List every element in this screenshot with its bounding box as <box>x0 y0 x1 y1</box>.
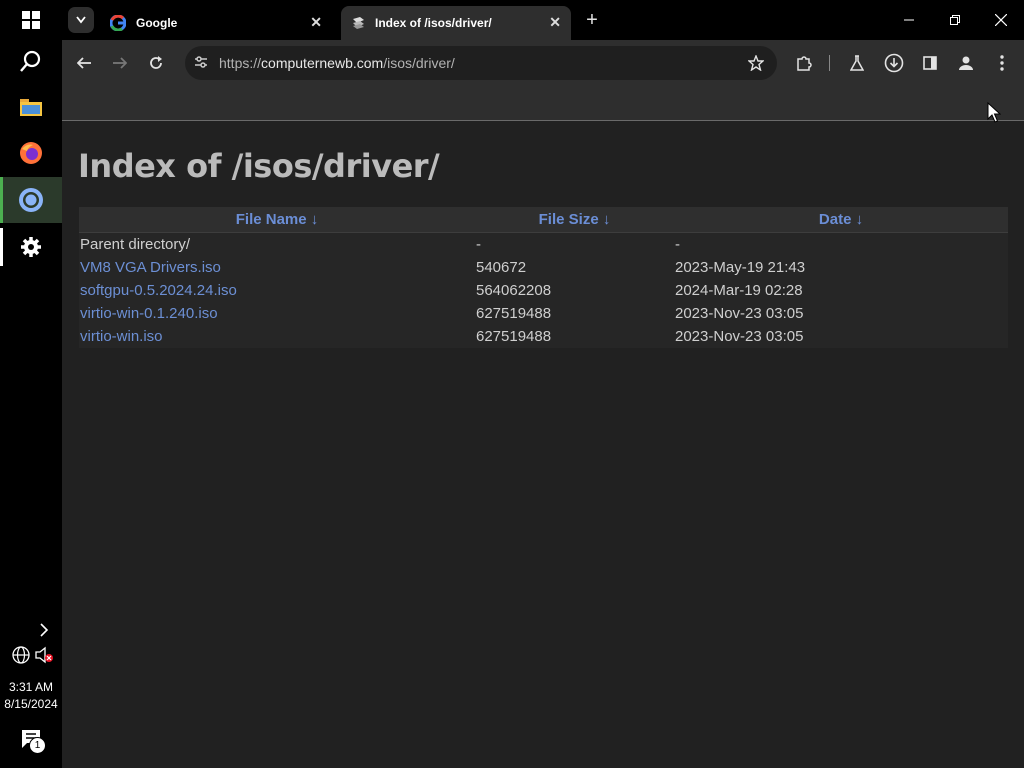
clock-date[interactable]: 8/15/2024 <box>0 697 62 711</box>
chrome-button[interactable] <box>0 177 62 223</box>
star-icon <box>748 55 764 71</box>
file-link[interactable]: virtio-win-0.1.240.iso <box>80 305 218 322</box>
taskbar: 3:31 AM 8/15/2024 1 <box>0 0 62 768</box>
start-button[interactable] <box>0 0 62 40</box>
table-row: Parent directory/ - - <box>79 233 1008 257</box>
clock-time[interactable]: 3:31 AM <box>0 680 62 694</box>
minimize-button[interactable] <box>896 7 922 33</box>
file-date: 2024-Mar-19 02:28 <box>675 282 803 299</box>
file-date: - <box>675 236 680 253</box>
plus-icon: + <box>586 8 598 31</box>
url-path: /isos/driver/ <box>383 55 455 71</box>
new-tab-button[interactable]: + <box>579 7 605 33</box>
firefox-icon <box>20 142 42 164</box>
table-header-row: File Name ↓ File Size ↓ Date ↓ <box>79 207 1008 233</box>
file-listing-table: File Name ↓ File Size ↓ Date ↓ Parent di… <box>79 207 1008 348</box>
search-button[interactable] <box>0 38 62 84</box>
chevron-right-icon <box>40 623 49 637</box>
forward-button[interactable] <box>107 50 133 76</box>
toolbar-divider <box>829 55 830 71</box>
page-favicon-icon <box>353 17 364 29</box>
table-row: VM8 VGA Drivers.iso 540672 2023-May-19 2… <box>79 256 1008 279</box>
table-row: softgpu-0.5.2024.24.iso 564062208 2024-M… <box>79 279 1008 302</box>
chevron-down-icon <box>76 16 86 24</box>
notification-center-button[interactable]: 1 <box>21 729 47 755</box>
puzzle-icon <box>797 56 812 71</box>
flask-icon <box>850 55 864 71</box>
bookmark-star-button[interactable] <box>743 50 769 76</box>
menu-button[interactable] <box>989 50 1015 76</box>
person-icon <box>959 56 973 70</box>
chrome-icon <box>19 188 43 212</box>
column-header-date[interactable]: Date ↓ <box>674 207 1008 233</box>
profile-button[interactable] <box>953 50 979 76</box>
table-row: virtio-win-0.1.240.iso 627519488 2023-No… <box>79 302 1008 325</box>
file-size: 564062208 <box>476 282 552 299</box>
google-favicon-icon <box>110 15 126 31</box>
more-vertical-icon <box>1000 55 1004 71</box>
network-icon[interactable] <box>12 646 30 669</box>
restore-icon <box>950 15 960 25</box>
close-icon[interactable]: ✕ <box>549 14 561 31</box>
folder-icon <box>20 99 42 116</box>
search-icon <box>20 50 41 72</box>
url-host: computernewb.com <box>261 55 384 71</box>
arrow-left-icon <box>77 57 91 69</box>
browser-toolbar: https://computernewb.com/isos/driver/ <box>62 40 1024 86</box>
file-size: - <box>476 236 481 253</box>
gear-icon <box>21 237 41 257</box>
column-header-file-name[interactable]: File Name ↓ <box>79 207 475 233</box>
tab-title: Index of /isos/driver/ <box>375 16 492 30</box>
file-date: 2023-Nov-23 03:05 <box>675 305 804 322</box>
labs-button[interactable] <box>844 50 870 76</box>
file-date: 2023-May-19 21:43 <box>675 259 806 276</box>
site-info-icon[interactable] <box>193 54 209 75</box>
minimize-icon <box>904 19 914 21</box>
file-link[interactable]: virtio-win.iso <box>80 328 163 345</box>
notification-badge: 1 <box>29 737 46 754</box>
parent-directory-link[interactable]: Parent directory/ <box>79 233 475 257</box>
file-date: 2023-Nov-23 03:05 <box>675 328 804 345</box>
tab-search-button[interactable] <box>68 7 94 33</box>
windows-icon <box>22 11 40 29</box>
firefox-button[interactable] <box>0 130 62 176</box>
address-bar[interactable]: https://computernewb.com/isos/driver/ <box>185 46 777 80</box>
page-title: Index of /isos/driver/ <box>78 147 440 185</box>
url-scheme: https:// <box>219 55 262 71</box>
tab-title: Google <box>136 16 178 30</box>
file-size: 540672 <box>476 259 527 276</box>
side-panel-icon <box>923 56 937 70</box>
downloads-button[interactable] <box>881 50 907 76</box>
tab-strip: Google ✕ Index of /isos/driver/ ✕ + <box>62 0 1024 40</box>
extensions-button[interactable] <box>791 50 817 76</box>
file-explorer-button[interactable] <box>0 84 62 130</box>
download-icon <box>884 53 904 73</box>
settings-button[interactable] <box>0 224 62 270</box>
mouse-cursor-icon <box>987 102 1001 123</box>
volume-muted-icon[interactable] <box>35 646 55 669</box>
column-header-file-size[interactable]: File Size ↓ <box>475 207 674 233</box>
file-size: 627519488 <box>476 305 552 322</box>
side-panel-button[interactable] <box>917 50 943 76</box>
restore-button[interactable] <box>942 7 968 33</box>
file-size: 627519488 <box>476 328 552 345</box>
tab-google[interactable]: Google ✕ <box>98 6 332 40</box>
reload-icon <box>150 56 162 69</box>
arrow-right-icon <box>113 57 127 69</box>
open-indicator <box>0 228 3 266</box>
file-link[interactable]: VM8 VGA Drivers.iso <box>80 259 221 276</box>
active-indicator <box>0 177 3 223</box>
close-icon <box>995 14 1007 26</box>
url-text[interactable]: https://computernewb.com/isos/driver/ <box>219 55 455 71</box>
page-content: Index of /isos/driver/ File Name ↓ File … <box>62 121 1024 768</box>
table-row: virtio-win.iso 627519488 2023-Nov-23 03:… <box>79 325 1008 348</box>
tab-index-of-isos-driver[interactable]: Index of /isos/driver/ ✕ <box>341 6 571 40</box>
close-icon[interactable]: ✕ <box>310 14 322 31</box>
back-button[interactable] <box>71 50 97 76</box>
file-link[interactable]: softgpu-0.5.2024.24.iso <box>80 282 237 299</box>
close-window-button[interactable] <box>988 7 1014 33</box>
reload-button[interactable] <box>143 50 169 76</box>
bookmarks-bar <box>62 86 1024 121</box>
